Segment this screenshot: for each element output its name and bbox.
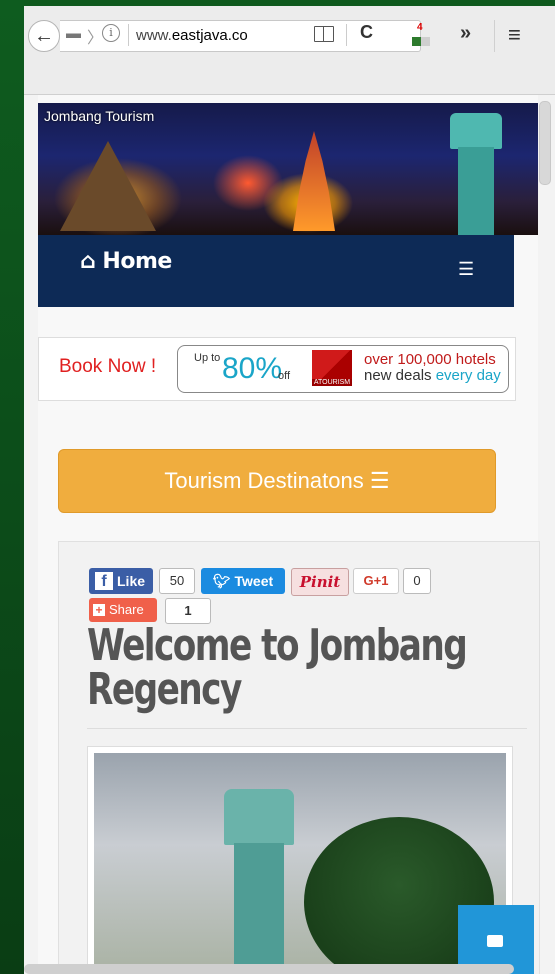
headline-divider — [87, 728, 527, 729]
url-domain: eastjava.co — [171, 27, 248, 44]
like-label: Like — [117, 573, 146, 589]
divider — [346, 24, 347, 46]
photo-tower-body — [234, 843, 284, 974]
hotels-line-2b: every day — [435, 367, 501, 384]
pinit-button[interactable]: Pinit — [291, 568, 349, 596]
tab-overview-icon[interactable]: ▬ — [66, 25, 81, 42]
home-link[interactable]: ⌂ Home — [80, 249, 172, 274]
reader-view-icon[interactable] — [314, 26, 334, 42]
vertical-scrollbar[interactable] — [539, 101, 551, 185]
main-navbar: ⌂ Home ☰ — [38, 235, 514, 307]
hotels-text: over 100,000 hotels new deals every day — [364, 352, 501, 384]
extension-icon[interactable]: 4 — [412, 22, 432, 46]
book-now-label[interactable]: Book Now ! — [59, 356, 156, 378]
window-top-edge — [24, 0, 555, 6]
twitter-bird-icon: 🐦︎ — [212, 573, 231, 589]
desktop-background — [0, 0, 24, 974]
home-label: Home — [102, 249, 172, 274]
overflow-menu-icon[interactable]: » — [460, 22, 471, 45]
browser-window: ← ▬ 〉 i www.eastjava.co C 4 » ≡ Jombang … — [24, 0, 555, 974]
water-tower-illustration — [450, 113, 502, 235]
facebook-like-button[interactable]: f Like — [89, 568, 153, 594]
upto-label: Up to — [194, 352, 221, 364]
browser-toolbar: ← ▬ 〉 i www.eastjava.co C 4 » ≡ — [24, 0, 555, 95]
like-count: 50 — [159, 568, 195, 594]
chevron-right-icon: 〉 — [87, 30, 104, 47]
photo-tower-tank — [224, 789, 294, 845]
atourism-logo-text: ATOURISM — [312, 379, 352, 386]
article-headline: Welcome to Jombang Regency — [87, 620, 468, 715]
hotels-line-1: over 100,000 hotels — [364, 351, 496, 368]
site-title[interactable]: Jombang Tourism — [44, 108, 154, 124]
hamburger-menu-icon[interactable]: ≡ — [508, 22, 521, 48]
plus-icon: + — [93, 604, 105, 616]
discount-percent: 80% — [222, 352, 283, 385]
header-banner[interactable]: Jombang Tourism — [38, 103, 538, 235]
extension-icon-block — [421, 37, 430, 46]
extension-badge: 4 — [417, 22, 423, 33]
nav-toggle-icon[interactable]: ☰ — [458, 259, 474, 280]
share-button[interactable]: + Share — [89, 598, 157, 622]
share-label: Share — [109, 602, 144, 617]
gplus-count: 0 — [403, 568, 431, 594]
reload-icon[interactable]: C — [360, 22, 373, 43]
tourism-destinations-button[interactable]: Tourism Destinatons ☰ — [58, 449, 496, 513]
facebook-icon: f — [95, 572, 113, 590]
hotel-ad-banner[interactable]: Book Now ! Up to 80% off ATOURISM over 1… — [38, 337, 516, 401]
url-prefix: www. — [136, 27, 172, 44]
site-info-icon[interactable]: i — [102, 24, 120, 42]
horizontal-scrollbar[interactable] — [24, 964, 514, 974]
article-photo-frame — [87, 746, 513, 974]
tower-body — [458, 147, 494, 235]
hotels-line-2a: new deals — [364, 367, 432, 384]
divider — [494, 20, 495, 52]
back-arrow-icon: ← — [34, 24, 54, 47]
page-viewport[interactable]: Jombang Tourism ⌂ Home ☰ Book Now ! Up t… — [24, 95, 555, 974]
chat-bubble-icon — [487, 935, 503, 947]
extension-icon-block — [412, 37, 421, 46]
article-photo[interactable] — [94, 753, 506, 974]
back-button[interactable]: ← — [28, 20, 60, 52]
divider — [128, 24, 129, 46]
atourism-logo: ATOURISM — [312, 350, 352, 386]
hotels-line-2: new deals every day — [364, 368, 501, 384]
deal-box[interactable]: Up to 80% off ATOURISM over 100,000 hote… — [177, 345, 509, 393]
gate-illustration — [293, 131, 335, 231]
page-content: Jombang Tourism ⌂ Home ☰ Book Now ! Up t… — [38, 95, 540, 974]
url-text[interactable]: www.eastjava.co — [136, 27, 248, 44]
google-plus-button[interactable]: G+1 — [353, 568, 399, 594]
tower-tank — [450, 113, 502, 149]
home-icon: ⌂ — [80, 249, 96, 274]
off-label: off — [278, 370, 291, 382]
tweet-label: Tweet — [234, 573, 274, 589]
tweet-button[interactable]: 🐦︎ Tweet — [201, 568, 285, 594]
temple-illustration — [60, 141, 156, 231]
